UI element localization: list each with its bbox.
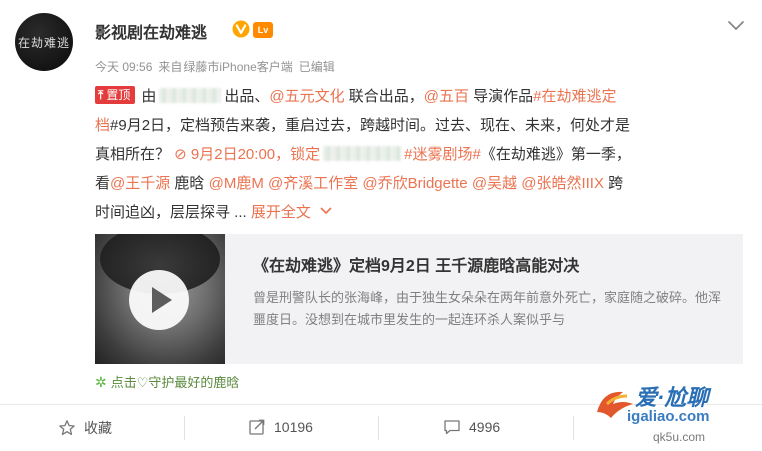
verified-icon <box>232 20 250 38</box>
content-line: 时间追凶，层层探寻 ... 展开全文 <box>95 198 745 227</box>
pinned-badge: ⤒ 置顶 <box>95 86 136 104</box>
content-link[interactable]: 档 <box>95 117 110 134</box>
video-card[interactable]: 《在劫难逃》定档9月2日 王千源鹿晗高能对决 曾是刑警队长的张海峰，由于独生女朵… <box>95 234 743 364</box>
pin-label: 置顶 <box>106 88 131 102</box>
card-description: 曾是刑警队长的张海峰，由于独生女朵朵在两年前意外死亡，家庭随之破碎。他浑噩度日。… <box>253 290 722 327</box>
avatar[interactable]: 在劫难逃 <box>15 13 73 71</box>
comment-button[interactable]: 4996 <box>443 418 500 436</box>
separator <box>573 416 574 440</box>
content-text: 《在劫难逃》第一季， <box>480 146 631 163</box>
promo-link[interactable]: ✲ 点击♡守护最好的鹿晗 <box>95 372 239 391</box>
content-line: 档#9月2日，定档预告来袭，重启过去，跨越时间。过去、现在、未来，何处才是 <box>95 111 745 140</box>
content-text: 看 <box>95 175 111 192</box>
content-line: ⤒ 置顶由 出品、@五元文化 联合出品，@五百 导演作品#在劫难逃定 <box>95 82 745 111</box>
divider <box>0 404 762 405</box>
content-link[interactable]: @M鹿M <box>209 175 264 192</box>
content-link[interactable]: @齐溪工作室 <box>268 175 358 192</box>
content-link[interactable]: @张皓然IIIX <box>521 175 604 192</box>
promo-text: 点击♡守护最好的鹿晗 <box>110 375 240 390</box>
content-text: 跨 <box>603 175 624 192</box>
content-link[interactable]: ⊘ 9月2日20:00，锁定 <box>174 146 320 163</box>
content-text: #9月2日，定档预告来袭，重启过去，跨越时间。过去、现在、未来，何处才是 <box>110 117 631 134</box>
post-time[interactable]: 今天 09:56 <box>95 60 152 74</box>
watermark-logo-icon <box>597 391 633 418</box>
content-text: 导演作品 <box>469 88 534 105</box>
content-text: 真相所在？ <box>95 146 175 163</box>
content-text: 鹿晗 <box>170 175 209 192</box>
content-link[interactable]: @王千源 <box>110 175 170 192</box>
content-line: 真相所在？ ⊘ 9月2日20:00，锁定 #迷雾剧场#《在劫难逃》第一季， <box>95 140 745 169</box>
site-watermark: 爱·尬聊 igaliao.com qk5u.com <box>593 378 753 448</box>
repost-button[interactable]: 10196 <box>248 418 313 436</box>
chevron-down-icon[interactable] <box>725 18 747 34</box>
comment-icon <box>444 420 460 435</box>
post-source: 绿藤市iPhone客户端 <box>183 60 293 74</box>
card-title[interactable]: 《在劫难逃》定档9月2日 王千源鹿晗高能对决 <box>253 252 579 276</box>
sparkle-icon: ✲ <box>95 374 107 390</box>
expand-chevron-icon[interactable] <box>319 206 333 216</box>
post-content: ⤒ 置顶由 出品、@五元文化 联合出品，@五百 导演作品#在劫难逃定档#9月2日，定… <box>95 82 745 227</box>
content-link[interactable]: @吴越 <box>472 175 517 192</box>
pin-icon: ⤒ <box>98 88 104 102</box>
redacted-text <box>323 146 402 161</box>
content-link[interactable]: #迷雾剧场# <box>404 146 481 163</box>
content-link[interactable]: 展开全文 <box>251 204 311 221</box>
content-link[interactable]: @五百 <box>424 88 469 105</box>
post-meta: 今天 09:56 来自绿藤市iPhone客户端 已编辑 <box>95 58 341 75</box>
play-icon[interactable] <box>129 270 189 330</box>
account-name[interactable]: 影视剧在劫难逃 <box>95 19 207 43</box>
favorite-button[interactable]: 收藏 <box>58 418 112 438</box>
content-link[interactable]: #在劫难逃定 <box>533 88 616 105</box>
level-badge-icon: Lv <box>253 22 273 38</box>
watermark-url-secondary: qk5u.com <box>653 430 706 444</box>
separator <box>378 416 379 440</box>
favorite-label: 收藏 <box>84 420 112 436</box>
video-thumbnail[interactable] <box>95 234 225 364</box>
content-text: 出品、 <box>224 88 270 105</box>
separator <box>184 416 185 440</box>
content-link[interactable]: @五元文化 <box>269 88 344 105</box>
avatar-text: 在劫难逃 <box>17 35 70 50</box>
content-line: 看@王千源 鹿晗 @M鹿M @齐溪工作室 @乔欣Bridgette @吴越 @张… <box>95 169 745 198</box>
content-link[interactable]: @乔欣Bridgette <box>362 175 467 192</box>
edited-label: 已编辑 <box>298 60 335 74</box>
repost-icon <box>249 419 265 435</box>
content-text: 由 <box>141 88 157 105</box>
content-text: 联合出品， <box>344 88 424 105</box>
comment-count: 4996 <box>469 419 501 435</box>
star-icon <box>59 420 75 436</box>
redacted-text <box>159 88 222 103</box>
content-text: 时间追凶，层层探寻 ... <box>95 204 251 221</box>
source-prefix: 来自 <box>158 60 183 74</box>
watermark-brand: 爱·尬聊 <box>635 385 709 410</box>
watermark-url: igaliao.com <box>627 408 710 425</box>
repost-count: 10196 <box>274 419 313 435</box>
